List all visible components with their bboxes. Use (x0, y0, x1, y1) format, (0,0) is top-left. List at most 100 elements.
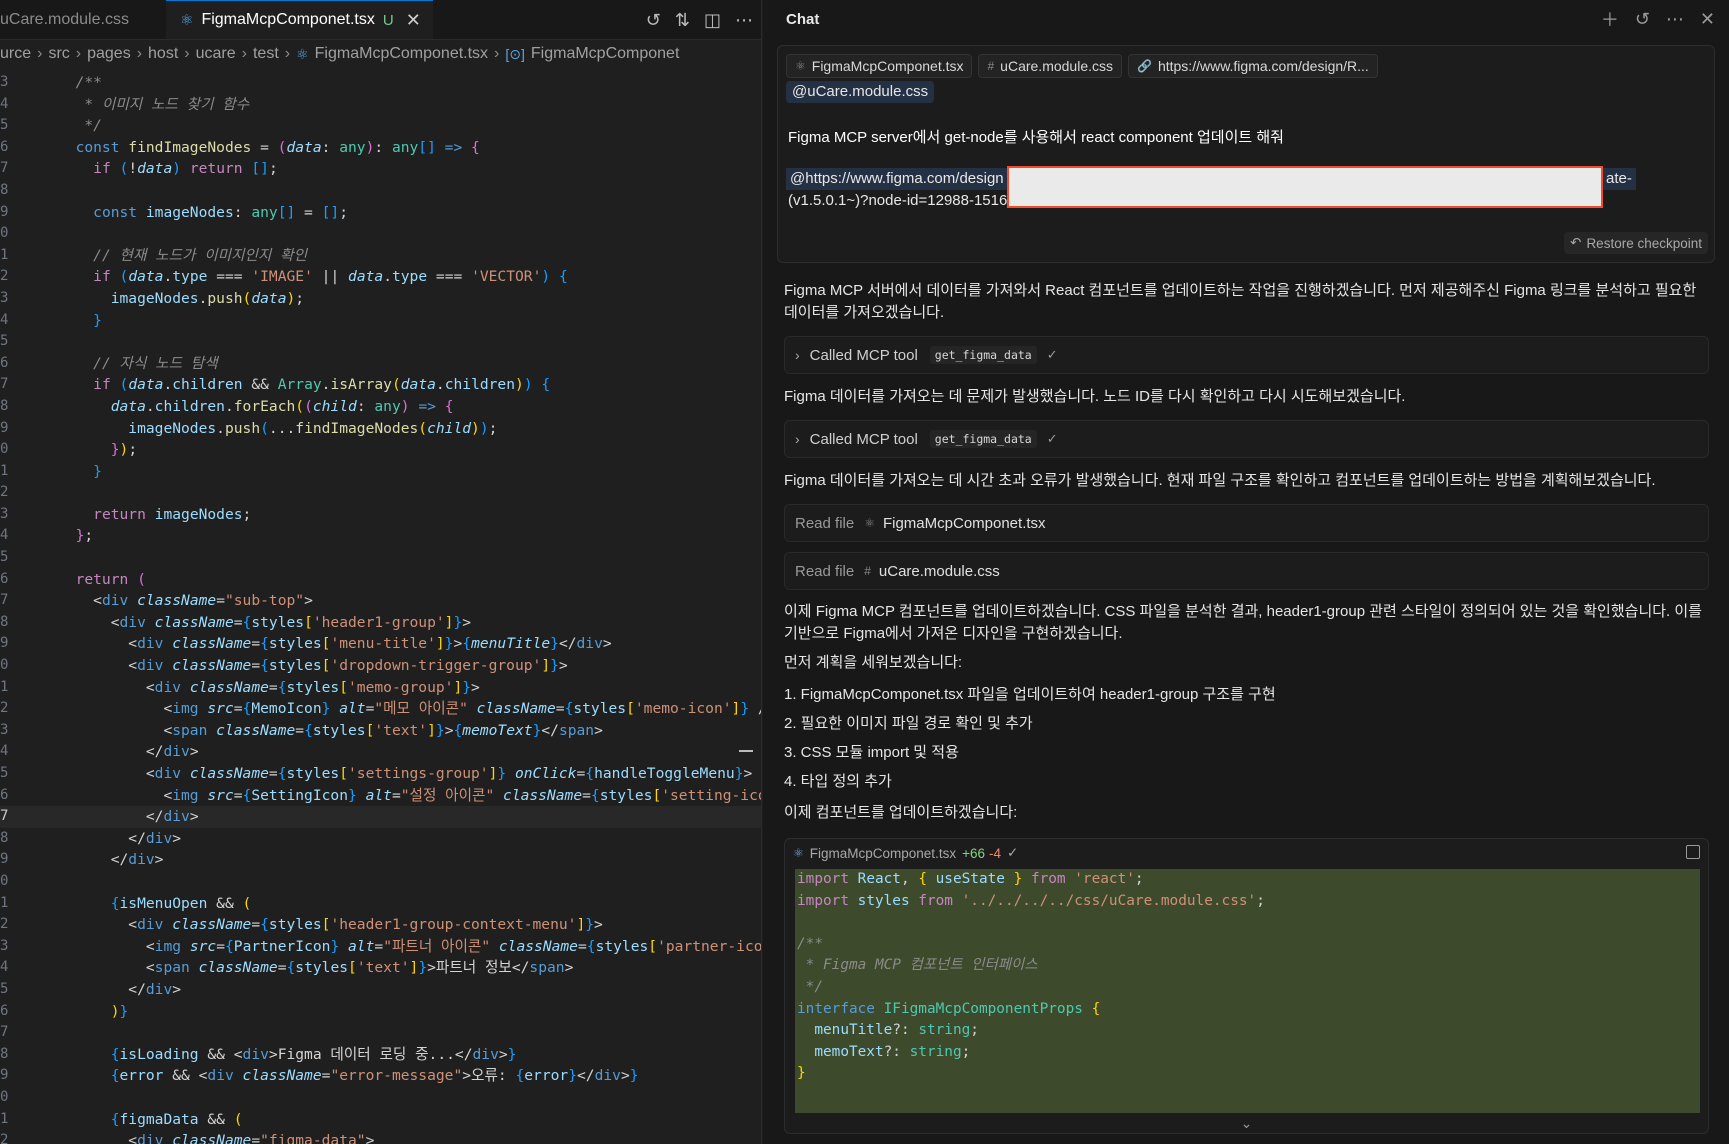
copy-icon[interactable] (1686, 845, 1700, 859)
breadcrumb-item[interactable]: urce (0, 45, 31, 63)
new-chat-icon[interactable]: ＋ (1601, 6, 1619, 32)
context-chip-file[interactable]: # uCare.module.css (978, 54, 1122, 78)
assistant-message: Figma 데이터를 가져오는 데 문제가 발생했습니다. 노드 ID를 다시 … (784, 388, 1406, 405)
code-line[interactable]: 2 (0, 482, 761, 504)
tab-ucare-module-css[interactable]: uCare.module.css (0, 0, 166, 39)
tab-figma-mcp-componet[interactable]: ⚛ FigmaMcpComponet.tsx U ✕ (166, 0, 433, 39)
code-line[interactable]: 5 */ (0, 115, 761, 137)
code-line[interactable]: 2 <div className={styles['header1-group-… (0, 914, 761, 936)
context-chip-link[interactable]: 🔗 https://www.figma.com/design/R... (1128, 54, 1378, 78)
tool-call[interactable]: › Called MCP tool get_figma_data ✓ (784, 336, 1709, 374)
code-line[interactable]: 2 <img src={MemoIcon} alt="메모 아이콘" class… (0, 698, 761, 720)
code-line[interactable]: 6 const findImageNodes = (data: any): an… (0, 137, 761, 159)
code-line[interactable]: 8 {isLoading && <div>Figma 데이터 로딩 중...</… (0, 1044, 761, 1066)
code-line[interactable]: 7 if (data.children && Array.isArray(dat… (0, 374, 761, 396)
code-area[interactable]: 3 /** 4 * 이미지 노드 찾기 함수 5 */6 const findIma… (0, 72, 761, 1144)
code-line[interactable]: 9 {error && <div className="error-messag… (0, 1065, 761, 1087)
code-line[interactable]: 0 (0, 1087, 761, 1109)
code-line[interactable]: 8 data.children.forEach((child: any) => … (0, 396, 761, 418)
code-line[interactable]: 7 </div> (0, 806, 761, 828)
code-line[interactable]: 0 (0, 871, 761, 893)
code-line[interactable]: 6 )} (0, 1001, 761, 1023)
code-line[interactable]: 9 <div className={styles['menu-title']}>… (0, 633, 761, 655)
close-icon[interactable]: ✕ (1700, 9, 1715, 30)
code-line[interactable]: 1 <div className={styles['memo-group']}> (0, 677, 761, 699)
code-text: */ (75, 117, 102, 135)
code-text: <div className={styles['dropdown-trigger… (128, 657, 568, 675)
hash-icon: # (864, 564, 871, 578)
code-line[interactable]: 1 {isMenuOpen && ( (0, 893, 761, 915)
deletions-count: -4 (988, 845, 1001, 861)
code-line[interactable]: 4 } (0, 310, 761, 332)
code-line[interactable]: 4 }; (0, 525, 761, 547)
code-line[interactable]: 1 // 현재 노드가 이미지인지 확인 (0, 245, 761, 267)
code-text: * 이미지 노드 찾기 함수 (75, 95, 250, 113)
close-icon[interactable]: ✕ (406, 10, 421, 31)
code-line[interactable]: 0 (0, 223, 761, 245)
code-line[interactable]: 4 * 이미지 노드 찾기 함수 (0, 94, 761, 116)
code-text: <span className={styles['text']}>{memoTe… (163, 721, 603, 739)
breadcrumb-item[interactable]: FigmaMcpComponet.tsx (315, 45, 488, 63)
fold-marker-icon[interactable] (739, 750, 753, 752)
code-line[interactable]: 0 <div className={styles['dropdown-trigg… (0, 655, 761, 677)
breadcrumb-item[interactable]: ucare (196, 45, 236, 63)
code-line[interactable]: 7 <div className="sub-top"> (0, 590, 761, 612)
code-line[interactable]: 1 } (0, 461, 761, 483)
code-line[interactable]: 5 (0, 331, 761, 353)
code-line[interactable]: 8 (0, 180, 761, 202)
code-text: <div className={styles['header1-group-co… (128, 916, 603, 934)
line-number: 5 (0, 117, 9, 134)
code-line[interactable]: 5 <div className={styles['settings-group… (0, 763, 761, 785)
code-edit-body[interactable]: import React, { useState } from 'react';… (795, 869, 1700, 1113)
code-line[interactable]: 9 imageNodes.push(...findImageNodes(chil… (0, 418, 761, 440)
code-line[interactable]: 3 return imageNodes; (0, 504, 761, 526)
code-line[interactable]: 2 <div className="figma-data"> (0, 1130, 761, 1144)
context-chip-file[interactable]: ⚛ FigmaMcpComponet.tsx (786, 54, 973, 78)
code-line[interactable]: 6 // 자식 노드 탐색 (0, 353, 761, 375)
code-line[interactable]: 9 </div> (0, 849, 761, 871)
code-line[interactable]: 1 {figmaData && ( (0, 1109, 761, 1131)
code-line[interactable]: 0 }); (0, 439, 761, 461)
code-line[interactable]: 3 <span className={styles['text']}>{memo… (0, 720, 761, 742)
code-line[interactable]: 4 <span className={styles['text']}>파트너 정… (0, 957, 761, 979)
code-line[interactable]: 6 <img src={SettingIcon} alt="설정 아이콘" cl… (0, 785, 761, 807)
breadcrumb-item[interactable]: pages (87, 45, 131, 63)
breadcrumb-item[interactable]: test (253, 45, 279, 63)
code-line[interactable]: 8 <div className={styles['header1-group'… (0, 612, 761, 634)
split-editor-icon[interactable]: ◫ (704, 10, 721, 31)
file-mention[interactable]: @uCare.module.css (786, 81, 935, 103)
chat-title: Chat (786, 10, 820, 28)
code-line[interactable]: 8 </div> (0, 828, 761, 850)
code-line[interactable]: 9 const imageNodes: any[] = []; (0, 202, 761, 224)
code-line[interactable]: 5 (0, 547, 761, 569)
code-editor: uCare.module.css ⚛ FigmaMcpComponet.tsx … (0, 0, 762, 1144)
breadcrumb-item[interactable]: FigmaMcpComponet (531, 45, 680, 63)
read-file-item[interactable]: Read file # uCare.module.css (784, 552, 1709, 590)
code-line[interactable]: 7 if (!data) return []; (0, 158, 761, 180)
code-line[interactable]: 2 if (data.type === 'IMAGE' || data.type… (0, 266, 761, 288)
code-line[interactable]: 3 imageNodes.push(data); (0, 288, 761, 310)
code-edit-header[interactable]: ⚛ FigmaMcpComponet.tsx +66 -4 ✓ (785, 839, 1708, 867)
code-line[interactable]: 7 (0, 1022, 761, 1044)
read-file-label: Read file (795, 562, 855, 580)
chevron-down-icon[interactable]: ⌄ (785, 1113, 1708, 1133)
breadcrumb-item[interactable]: src (48, 45, 69, 63)
line-number: 9 (0, 851, 9, 868)
code-line[interactable]: 3 /** (0, 72, 761, 94)
tool-call[interactable]: › Called MCP tool get_figma_data ✓ (784, 420, 1709, 458)
check-icon: ✓ (1046, 431, 1058, 446)
code-line[interactable]: 6 return ( (0, 569, 761, 591)
code-line[interactable]: 5 </div> (0, 979, 761, 1001)
more-actions-icon[interactable]: ⋯ (1666, 9, 1684, 30)
breadcrumb-item[interactable]: host (148, 45, 178, 63)
assistant-message: Figma 데이터를 가져오는 데 시간 초과 오류가 발생했습니다. 현재 파… (784, 472, 1656, 489)
restore-checkpoint-button[interactable]: ↶ Restore checkpoint (1564, 232, 1708, 254)
history-icon[interactable]: ↺ (1635, 9, 1650, 30)
read-file-item[interactable]: Read file ⚛ FigmaMcpComponet.tsx (784, 504, 1709, 542)
code-line[interactable]: 3 <img src={PartnerIcon} alt="파트너 아이콘" c… (0, 936, 761, 958)
compare-changes-icon[interactable]: ⇅ (675, 10, 690, 31)
code-line[interactable]: 4 </div> (0, 741, 761, 763)
code-text: const findImageNodes = (data: any): any[… (75, 138, 480, 156)
more-actions-icon[interactable]: ⋯ (735, 10, 753, 31)
history-icon[interactable]: ↺ (646, 10, 661, 31)
